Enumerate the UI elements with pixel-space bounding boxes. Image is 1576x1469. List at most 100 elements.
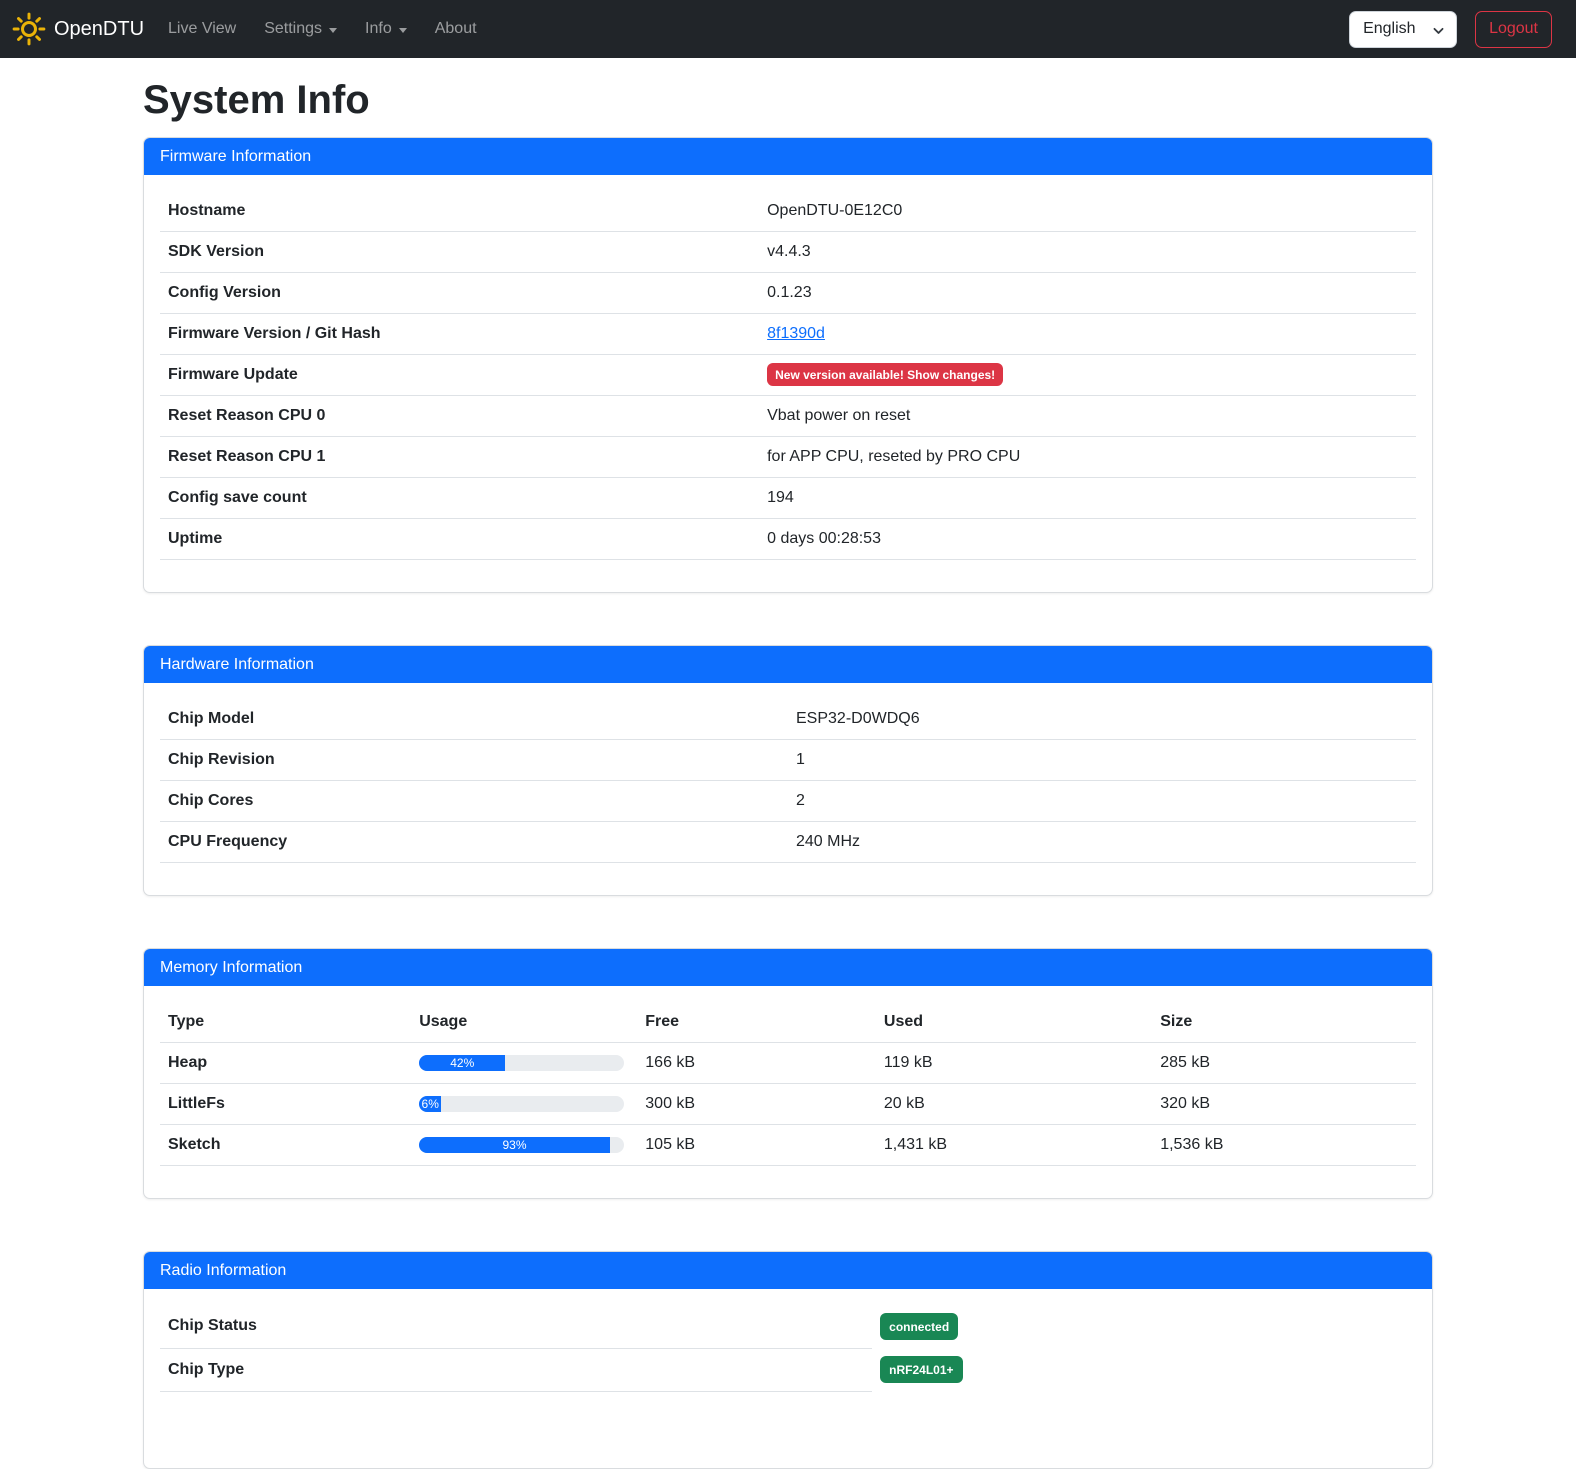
table-row: Sketch93%105 kB1,431 kB1,536 kB (160, 1125, 1416, 1166)
row-label: LittleFs (160, 1084, 411, 1125)
card-header: Radio Information (144, 1252, 1432, 1289)
row-label: Heap (160, 1043, 411, 1084)
row-label: Chip Cores (160, 781, 788, 822)
nav-item-label: About (435, 20, 477, 38)
brand-label: OpenDTU (54, 18, 144, 41)
nav-item-about[interactable]: About (421, 12, 491, 46)
table-row: Reset Reason CPU 0Vbat power on reset (160, 396, 1416, 437)
row-label: Firmware Version / Git Hash (160, 314, 759, 355)
table-row: Chip TypenRF24L01+ (160, 1348, 1416, 1391)
card-body: Chip ModelESP32-D0WDQ6Chip Revision1Chip… (144, 683, 1432, 895)
table-row: HostnameOpenDTU-0E12C0 (160, 191, 1416, 232)
git-hash-link[interactable]: 8f1390d (767, 325, 825, 342)
card-header: Firmware Information (144, 138, 1432, 175)
table-row: Chip ModelESP32-D0WDQ6 (160, 699, 1416, 740)
table-row: Chip Cores2 (160, 781, 1416, 822)
usage-progress: 6% (419, 1096, 624, 1112)
row-label: Config save count (160, 478, 759, 519)
radio-info-card: Radio Information Chip StatusconnectedCh… (143, 1251, 1433, 1469)
firmware-update-badge[interactable]: New version available! Show changes! (767, 363, 1003, 386)
row-value: New version available! Show changes! (759, 355, 1416, 396)
table-row: Config Version0.1.23 (160, 273, 1416, 314)
card-body: HostnameOpenDTU-0E12C0SDK Versionv4.4.3C… (144, 175, 1432, 592)
free-cell: 300 kB (637, 1084, 876, 1125)
usage-cell: 42% (411, 1043, 637, 1084)
free-cell: 105 kB (637, 1125, 876, 1166)
table-row: Chip Revision1 (160, 740, 1416, 781)
status-badge: nRF24L01+ (880, 1356, 962, 1383)
navbar: OpenDTU Live View Settings Info About En… (0, 0, 1576, 58)
row-value: nRF24L01+ (872, 1348, 1416, 1391)
chevron-down-icon (399, 28, 407, 33)
usage-progress-bar: 6% (419, 1096, 441, 1112)
usage-progress-bar: 93% (419, 1137, 610, 1153)
hardware-info-card: Hardware Information Chip ModelESP32-D0W… (143, 645, 1433, 896)
brand-link[interactable]: OpenDTU (12, 8, 144, 50)
nav-item-label: Settings (264, 20, 322, 38)
column-header-used: Used (876, 1002, 1152, 1043)
table-row: Heap42%166 kB119 kB285 kB (160, 1043, 1416, 1084)
row-label: Config Version (160, 273, 759, 314)
firmware-info-table: HostnameOpenDTU-0E12C0SDK Versionv4.4.3C… (160, 191, 1416, 560)
language-select[interactable]: English (1349, 11, 1457, 48)
table-row: Chip Status connected (160, 1305, 1416, 1348)
row-label: Chip Revision (160, 740, 788, 781)
sun-logo-icon (12, 12, 46, 46)
column-header-free: Free (637, 1002, 876, 1043)
usage-cell: 93% (411, 1125, 637, 1166)
firmware-info-card: Firmware Information HostnameOpenDTU-0E1… (143, 137, 1433, 593)
nav-item-info[interactable]: Info (351, 12, 421, 46)
nav-item-settings[interactable]: Settings (250, 12, 351, 46)
page-title: System Info (143, 78, 1433, 123)
card-body: Chip Status connected Chip TypenRF24L01+ (144, 1289, 1432, 1468)
status-badge: connected (880, 1313, 958, 1340)
used-cell: 119 kB (876, 1043, 1152, 1084)
row-label: Firmware Update (160, 355, 759, 396)
usage-cell: 6% (411, 1084, 637, 1125)
row-value: v4.4.3 (759, 232, 1416, 273)
table-row: Reset Reason CPU 1for APP CPU, reseted b… (160, 437, 1416, 478)
chevron-down-icon (329, 28, 337, 33)
usage-progress: 42% (419, 1055, 624, 1071)
column-header-usage: Usage (411, 1002, 637, 1043)
table-row: LittleFs 6% 300 kB20 kB320 kB (160, 1084, 1416, 1125)
row-value: ESP32-D0WDQ6 (788, 699, 1416, 740)
column-header-size: Size (1152, 1002, 1416, 1043)
nav-item-label: Info (365, 20, 392, 38)
size-cell: 320 kB (1152, 1084, 1416, 1125)
used-cell: 1,431 kB (876, 1125, 1152, 1166)
table-row: Config save count194 (160, 478, 1416, 519)
row-value: 240 MHz (788, 822, 1416, 863)
card-header: Memory Information (144, 949, 1432, 986)
usage-progress-bar: 42% (419, 1055, 505, 1071)
table-row: CPU Frequency240 MHz (160, 822, 1416, 863)
row-label: Reset Reason CPU 1 (160, 437, 759, 478)
main-nav: Live View Settings Info About (154, 12, 491, 46)
row-label: Uptime (160, 519, 759, 560)
usage-progress: 93% (419, 1137, 624, 1153)
row-value: 2 (788, 781, 1416, 822)
used-cell: 20 kB (876, 1084, 1152, 1125)
nav-item-live-view[interactable]: Live View (154, 12, 250, 46)
row-value: Vbat power on reset (759, 396, 1416, 437)
row-value: 1 (788, 740, 1416, 781)
logout-button[interactable]: Logout (1475, 11, 1552, 48)
row-label: Reset Reason CPU 0 (160, 396, 759, 437)
hardware-info-table: Chip ModelESP32-D0WDQ6Chip Revision1Chip… (160, 699, 1416, 863)
row-value: OpenDTU-0E12C0 (759, 191, 1416, 232)
row-label: Chip Status (160, 1305, 872, 1348)
column-header-type: Type (160, 1002, 411, 1043)
card-header: Hardware Information (144, 646, 1432, 683)
row-value: 8f1390d (759, 314, 1416, 355)
row-value: 0 days 00:28:53 (759, 519, 1416, 560)
row-value: 194 (759, 478, 1416, 519)
memory-info-card: Memory Information Type Usage Free Used … (143, 948, 1433, 1199)
size-cell: 285 kB (1152, 1043, 1416, 1084)
table-row: Firmware Version / Git Hash 8f1390d (160, 314, 1416, 355)
size-cell: 1,536 kB (1152, 1125, 1416, 1166)
row-label: SDK Version (160, 232, 759, 273)
row-value: 0.1.23 (759, 273, 1416, 314)
table-row: Firmware Update New version available! Sh… (160, 355, 1416, 396)
radio-info-table: Chip Status connected Chip TypenRF24L01+ (160, 1305, 1416, 1392)
navbar-right: English Logout (1349, 11, 1564, 48)
